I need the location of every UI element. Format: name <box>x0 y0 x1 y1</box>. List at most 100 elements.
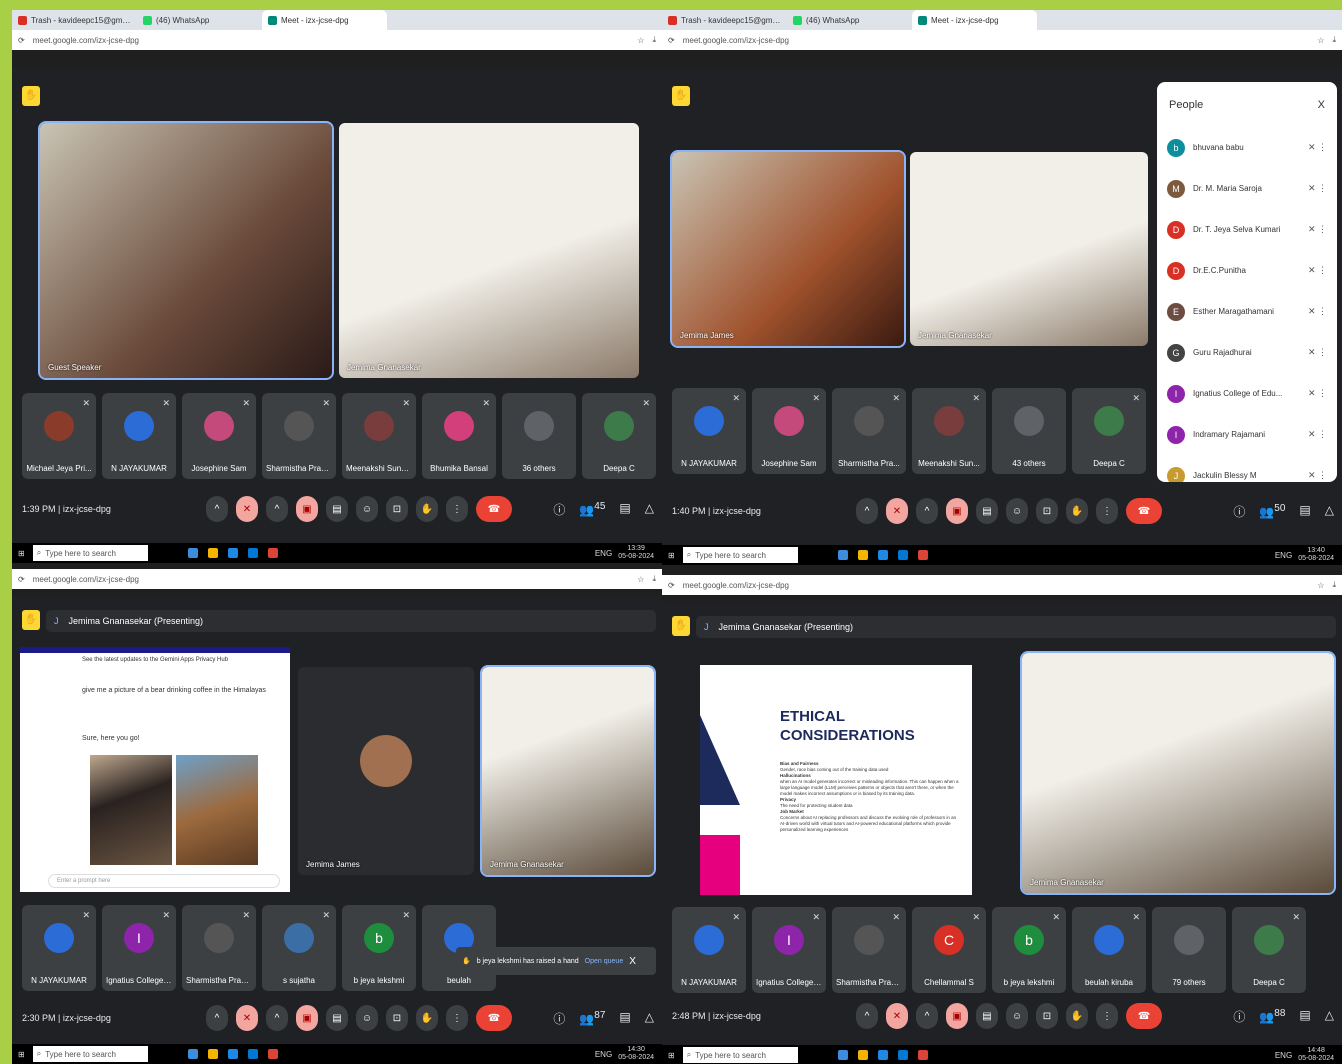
participant-tile[interactable]: ✕ Deepa C <box>1232 907 1306 993</box>
chat-icon[interactable]: ▤ <box>1299 1008 1310 1025</box>
participant-tile[interactable]: ✕ beulah kiruba <box>1072 907 1146 993</box>
info-icon[interactable]: ⓘ <box>553 1010 565 1027</box>
chrome-icon[interactable] <box>917 550 928 560</box>
file-explorer-icon[interactable] <box>207 548 218 558</box>
mail-icon[interactable] <box>897 1050 908 1060</box>
clock[interactable]: 14:30 05-08-2024 <box>618 1046 654 1062</box>
task-view-icon[interactable] <box>187 548 198 558</box>
tab-meet[interactable]: Meet - izx-jcse-dpg <box>912 10 1037 30</box>
participant-tile[interactable]: ✕ N JAYAKUMAR <box>102 393 176 479</box>
participant-tile[interactable]: ✕ Michael Jeya Pri... <box>22 393 96 479</box>
participant-tile[interactable]: ✕ N JAYAKUMAR <box>672 907 746 993</box>
store-icon[interactable] <box>877 550 888 560</box>
store-icon[interactable] <box>227 548 238 558</box>
leave-call-button[interactable]: ☎ <box>476 1005 512 1031</box>
participant-tile[interactable]: ✕ s sujatha <box>262 905 336 991</box>
mic-options-button[interactable]: ^ <box>206 496 228 522</box>
participant-tile[interactable]: ✕ b b jeya lekshmi <box>992 907 1066 993</box>
leave-call-button[interactable]: ☎ <box>1126 498 1162 524</box>
file-explorer-icon[interactable] <box>857 1050 868 1060</box>
participant-tile[interactable]: 79 others <box>1152 907 1226 993</box>
captions-button[interactable]: ▤ <box>976 1003 998 1029</box>
people-icon[interactable]: 👥87 <box>579 1010 605 1027</box>
people-row[interactable]: D Dr. T. Jeya Selva Kumari ✕ ⋮ <box>1157 209 1337 250</box>
store-icon[interactable] <box>877 1050 888 1060</box>
participant-tile[interactable]: 43 others <box>992 388 1066 474</box>
camera-toggle-button[interactable]: ▣ <box>296 496 318 522</box>
captions-button[interactable]: ▤ <box>976 498 998 524</box>
people-row[interactable]: M Dr. M. Maria Saroja ✕ ⋮ <box>1157 168 1337 209</box>
close-people-button[interactable]: X <box>1318 99 1325 111</box>
more-options-button[interactable]: ⋮ <box>1096 1003 1118 1029</box>
activities-icon[interactable]: △ <box>1325 503 1334 520</box>
mic-options-button[interactable]: ^ <box>206 1005 228 1031</box>
participant-tile[interactable]: ✕ Sharmistha Pram... <box>832 907 906 993</box>
mic-toggle-button[interactable]: ✕ <box>886 1003 908 1029</box>
chat-icon[interactable]: ▤ <box>619 1010 630 1027</box>
mail-icon[interactable] <box>247 548 258 558</box>
windows-icon[interactable]: ⊞ <box>668 1051 675 1060</box>
info-icon[interactable]: ⓘ <box>1233 1008 1245 1025</box>
hand-icon[interactable]: ✋ <box>672 616 690 636</box>
mic-toggle-button[interactable]: ✕ <box>236 1005 258 1031</box>
windows-icon[interactable]: ⊞ <box>18 549 25 558</box>
star-icon[interactable]: ☆ <box>1317 36 1324 45</box>
speaker-tile[interactable]: Jemima James <box>670 150 906 348</box>
camera-toggle-button[interactable]: ▣ <box>946 1003 968 1029</box>
open-queue-button[interactable]: Open queue <box>585 958 624 965</box>
raise-hand-button[interactable]: ✋ <box>416 496 438 522</box>
more-options-button[interactable]: ⋮ <box>1096 498 1118 524</box>
camera-options-button[interactable]: ^ <box>266 496 288 522</box>
participant-tile[interactable]: ✕ Bhumika Bansal <box>422 393 496 479</box>
star-icon[interactable]: ☆ <box>637 36 644 45</box>
taskbar-search[interactable]: ⌕ Type here to search <box>682 547 798 563</box>
mic-options-button[interactable]: ^ <box>856 1003 878 1029</box>
participant-tile[interactable]: ✕ Sharmistha Pram... <box>262 393 336 479</box>
reload-icon[interactable]: ⟳ <box>18 36 25 45</box>
raise-hand-button[interactable]: ✋ <box>1066 1003 1088 1029</box>
camera-options-button[interactable]: ^ <box>266 1005 288 1031</box>
clock[interactable]: 14:48 05-08-2024 <box>1298 1047 1334 1063</box>
camera-tile[interactable]: Jemima Gnanasekar <box>910 152 1148 346</box>
star-icon[interactable]: ☆ <box>1317 581 1324 590</box>
speaker-tile[interactable]: Jemima Gnanasekar <box>1020 651 1336 895</box>
clock[interactable]: 13:40 05-08-2024 <box>1298 547 1334 563</box>
chrome-icon[interactable] <box>917 1050 928 1060</box>
bear-image-2[interactable] <box>176 755 258 865</box>
participant-tile[interactable]: ✕ Deepa C <box>582 393 656 479</box>
info-icon[interactable]: ⓘ <box>1233 503 1245 520</box>
people-row[interactable]: D Dr.E.C.Punitha ✕ ⋮ <box>1157 250 1337 291</box>
reload-icon[interactable]: ⟳ <box>668 581 675 590</box>
info-icon[interactable]: ⓘ <box>553 501 565 518</box>
reload-icon[interactable]: ⟳ <box>668 36 675 45</box>
tab-whatsapp[interactable]: (46) WhatsApp <box>137 10 262 30</box>
emoji-button[interactable]: ☺ <box>1006 498 1028 524</box>
more-options-button[interactable]: ⋮ <box>446 496 468 522</box>
present-button[interactable]: ⊡ <box>1036 498 1058 524</box>
close-toast-button[interactable]: X <box>629 956 636 967</box>
camera-options-button[interactable]: ^ <box>916 498 938 524</box>
hand-icon[interactable]: ✋ <box>672 86 690 106</box>
task-view-icon[interactable] <box>187 1049 198 1059</box>
participant-tile[interactable]: 36 others <box>502 393 576 479</box>
people-icon[interactable]: 👥50 <box>1259 503 1285 520</box>
people-icon[interactable]: 👥88 <box>1259 1008 1285 1025</box>
leave-call-button[interactable]: ☎ <box>476 496 512 522</box>
taskbar-search[interactable]: ⌕ Type here to search <box>682 1047 798 1063</box>
download-icon[interactable]: ⤓ <box>1332 580 1336 590</box>
captions-button[interactable]: ▤ <box>326 1005 348 1031</box>
clock[interactable]: 13:39 05-08-2024 <box>618 545 654 561</box>
activities-icon[interactable]: △ <box>645 1010 654 1027</box>
emoji-button[interactable]: ☺ <box>1006 1003 1028 1029</box>
people-row[interactable]: I Indramary Rajamani ✕ ⋮ <box>1157 414 1337 455</box>
mail-icon[interactable] <box>897 550 908 560</box>
present-button[interactable]: ⊡ <box>386 496 408 522</box>
participant-tile[interactable]: ✕ I Ignatius College ... <box>752 907 826 993</box>
present-button[interactable]: ⊡ <box>386 1005 408 1031</box>
people-row[interactable]: I Ignatius College of Edu... ✕ ⋮ <box>1157 373 1337 414</box>
store-icon[interactable] <box>227 1049 238 1059</box>
emoji-button[interactable]: ☺ <box>356 1005 378 1031</box>
camera-tile[interactable]: Jemima Gnanasekar <box>339 123 639 378</box>
speaker-tile[interactable]: Guest Speaker <box>38 121 334 380</box>
address-bar[interactable]: ⟳ meet.google.com/izx-jcse-dpg ☆ ⤓ <box>662 575 1342 595</box>
